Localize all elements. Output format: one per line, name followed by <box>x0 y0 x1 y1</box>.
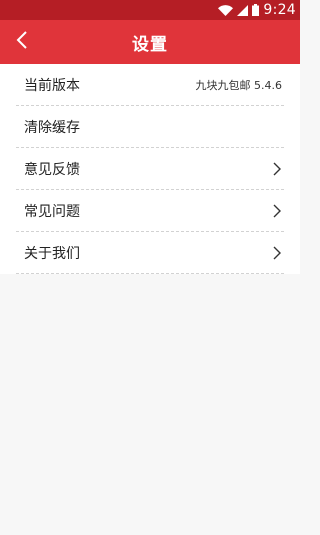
settings-item-label: 当前版本 <box>24 78 80 94</box>
settings-item-faq[interactable]: 常见问题 <box>0 190 300 232</box>
version-value: 九块九包邮 5.4.6 <box>195 79 283 92</box>
page-title: 设置 <box>132 34 168 55</box>
back-button[interactable] <box>0 20 44 64</box>
settings-item-label: 清除缓存 <box>24 120 80 136</box>
chevron-right-icon <box>272 246 284 260</box>
settings-item-about[interactable]: 关于我们 <box>0 232 300 274</box>
status-time: 9:24 <box>263 2 296 18</box>
chevron-right-icon <box>272 204 284 218</box>
settings-item-label: 意见反馈 <box>24 162 80 178</box>
settings-item-label: 关于我们 <box>24 246 80 262</box>
app-header: 设置 <box>0 20 300 64</box>
settings-list: 当前版本 九块九包邮 5.4.6 清除缓存 意见反馈 常见问题 关于我们 <box>0 64 300 274</box>
settings-item-label: 常见问题 <box>24 204 80 220</box>
battery-icon <box>252 4 260 16</box>
chevron-left-icon <box>16 31 28 53</box>
settings-item-feedback[interactable]: 意见反馈 <box>0 148 300 190</box>
chevron-right-icon <box>272 162 284 176</box>
settings-screen: 9:24 设置 当前版本 九块九包邮 5.4.6 清除缓存 意见反馈 常见问题 … <box>0 0 300 535</box>
settings-item-version[interactable]: 当前版本 九块九包邮 5.4.6 <box>0 64 300 106</box>
settings-item-clear-cache[interactable]: 清除缓存 <box>0 106 300 148</box>
status-bar: 9:24 <box>0 0 300 20</box>
status-icons <box>218 4 260 16</box>
signal-icon <box>237 4 249 16</box>
wifi-icon <box>218 4 234 16</box>
